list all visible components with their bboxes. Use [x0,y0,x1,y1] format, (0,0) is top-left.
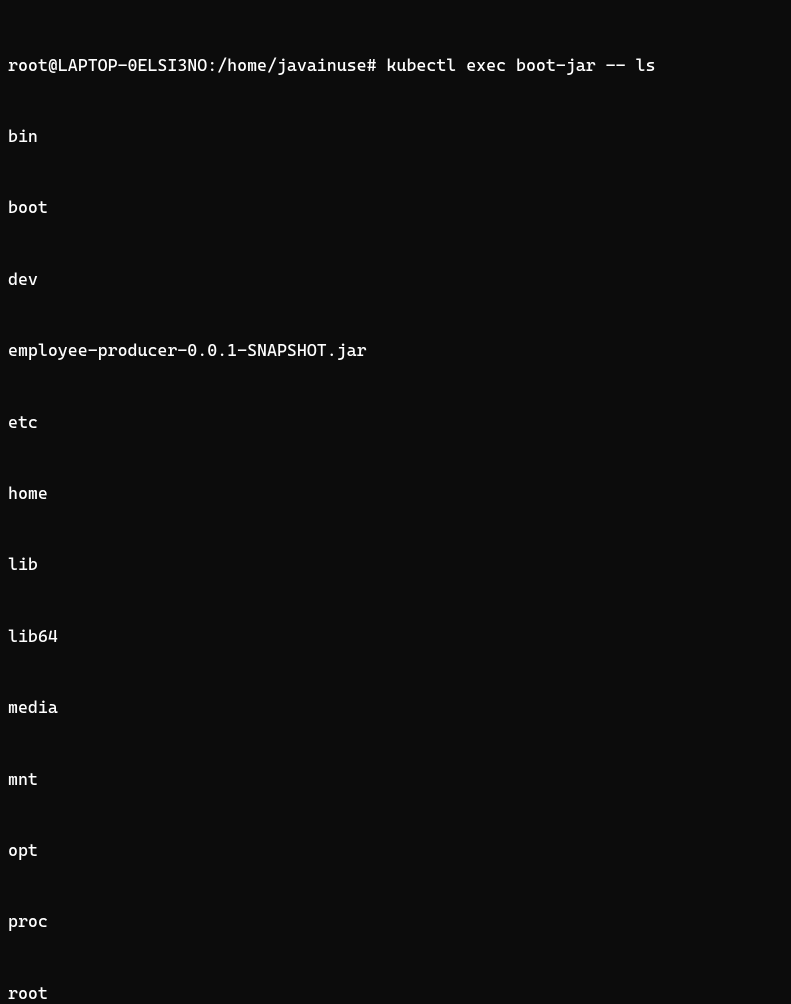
output-line: employee-producer-0.0.1-SNAPSHOT.jar [8,339,783,363]
output-line: home [8,482,783,506]
output-line: media [8,696,783,720]
output-line: opt [8,839,783,863]
output-line: mnt [8,768,783,792]
output-line: root [8,982,783,1004]
command-line: root@LAPTOP-0ELSI3NO:/home/javainuse# ku… [8,54,783,78]
shell-prompt: root@LAPTOP-0ELSI3NO:/home/javainuse# [8,55,387,75]
command-input: kubectl exec boot-jar -- ls [387,55,656,75]
output-line: etc [8,411,783,435]
output-line: lib [8,553,783,577]
output-line: bin [8,125,783,149]
output-line: lib64 [8,625,783,649]
output-line: proc [8,910,783,934]
output-line: boot [8,196,783,220]
output-line: dev [8,268,783,292]
terminal-window[interactable]: root@LAPTOP-0ELSI3NO:/home/javainuse# ku… [8,6,783,1004]
